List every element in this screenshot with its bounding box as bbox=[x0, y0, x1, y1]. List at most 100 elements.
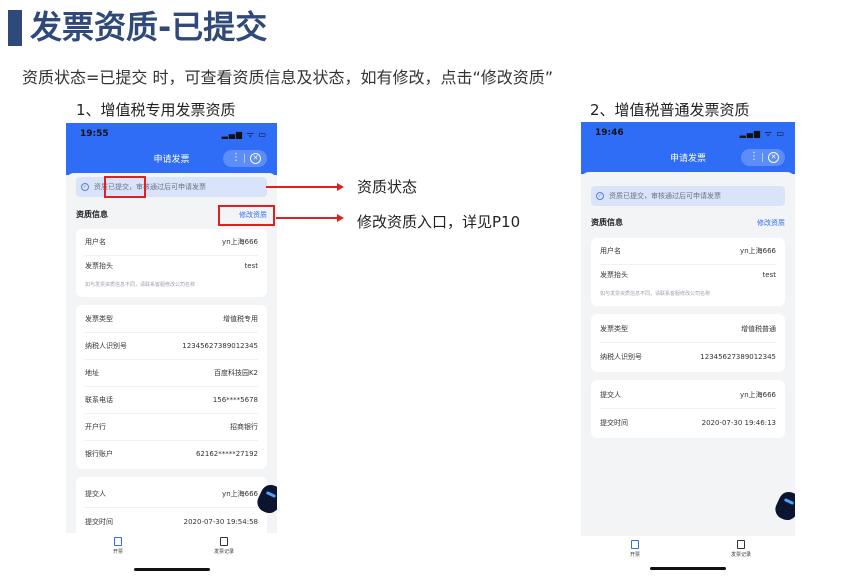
row-label: 用户名 bbox=[600, 247, 621, 255]
tab-bar: 开票 发票记录 bbox=[581, 536, 795, 574]
table-row: 提交人 yn上海666 bbox=[600, 382, 776, 409]
row-label: 银行账户 bbox=[85, 450, 113, 458]
status-icons: ▂▄▆ ᯤ ▭ bbox=[739, 129, 785, 138]
row-value: 2020-07-30 19:54:58 bbox=[183, 518, 258, 526]
tab-bar: 开票 发票记录 bbox=[66, 533, 277, 575]
row-label: 发票类型 bbox=[85, 315, 113, 323]
row-value: 156****5678 bbox=[212, 396, 258, 404]
user-card: 用户名 yn上海666 发票抬头 test 如与发票资质信息不同，请联系客服修改… bbox=[591, 238, 785, 306]
slide-subtitle: 资质状态=已提交 时，可查看资质信息及状态，如有修改，点击“修改资质” bbox=[22, 68, 554, 87]
more-icon[interactable]: ⋮ bbox=[749, 150, 759, 164]
header-row: 发票抬头 test bbox=[600, 266, 776, 284]
mini-program-capsule: ⋮ ✕ bbox=[741, 149, 785, 166]
submit-info-card: 提交人 yn上海666 提交时间 2020-07-30 19:46:13 bbox=[591, 380, 785, 438]
row-label: 发票抬头 bbox=[600, 271, 628, 279]
table-row: 银行账户 62162*****27192 bbox=[85, 441, 258, 468]
records-icon bbox=[737, 540, 745, 549]
status-annotation: 资质状态 bbox=[357, 178, 418, 196]
row-label: 发票抬头 bbox=[85, 262, 113, 270]
row-value: 招商银行 bbox=[230, 423, 258, 431]
row-label: 提交时间 bbox=[85, 518, 113, 526]
tab-label: 发票记录 bbox=[730, 552, 751, 558]
header-row: 发票抬头 test bbox=[85, 257, 258, 275]
status-arrow bbox=[266, 183, 344, 190]
header-hint: 如与发票资质信息不同，请联系客服修改公司名称 bbox=[85, 282, 196, 288]
tab-label: 开票 bbox=[112, 549, 123, 555]
nav-header: 19:46 ▂▄▆ ᯤ ▭ 申请发票 ⋮ ✕ bbox=[581, 122, 795, 174]
row-value: test bbox=[762, 271, 776, 279]
row-label: 纳税人识别号 bbox=[85, 342, 127, 350]
edit-arrow bbox=[276, 214, 344, 221]
phone-special-invoice: 19:55 ▂▄▆ ᯤ ▭ 申请发票 ⋮ ✕ ✓ 资质已提交，审核通过后可申请发… bbox=[66, 123, 277, 575]
tab-invoice[interactable]: 开票 bbox=[88, 537, 148, 555]
row-label: 地址 bbox=[85, 369, 99, 377]
edit-highlight-box bbox=[218, 205, 275, 226]
table-row: 提交时间 2020-07-30 19:46:13 bbox=[600, 410, 776, 437]
tab-label: 发票记录 bbox=[213, 549, 234, 555]
row-value: yn上海666 bbox=[222, 238, 258, 246]
table-row: 发票类型 增值税普通 bbox=[600, 316, 776, 343]
header-hint: 如与发票资质信息不同，请联系客服修改公司名称 bbox=[600, 291, 711, 297]
row-label: 提交人 bbox=[600, 391, 621, 399]
title-accent-bar bbox=[8, 10, 22, 46]
tab-invoice[interactable]: 开票 bbox=[605, 540, 665, 558]
nav-header: 19:55 ▂▄▆ ᯤ ▭ 申请发票 ⋮ ✕ bbox=[66, 123, 277, 175]
table-row: 纳税人识别号 12345627389012345 bbox=[85, 333, 258, 360]
caption-normal-invoice: 2、增值税普通发票资质 bbox=[590, 101, 750, 119]
row-label: 纳税人识别号 bbox=[600, 353, 642, 361]
capsule-divider bbox=[244, 154, 245, 163]
table-row: 提交人 yn上海666 bbox=[85, 481, 258, 508]
status-icons: ▂▄▆ ᯤ ▭ bbox=[221, 130, 267, 139]
invoice-info-card: 发票类型 增值税专用 纳税人识别号 12345627389012345 地址 百度科技… bbox=[76, 305, 267, 469]
row-value: 12345627389012345 bbox=[700, 353, 776, 361]
phone-normal-invoice: 19:46 ▂▄▆ ᯤ ▭ 申请发票 ⋮ ✕ ✓ 资质已提交，审核通过后可申请发… bbox=[581, 122, 795, 574]
table-row: 纳税人识别号 12345627389012345 bbox=[600, 344, 776, 371]
row-value: 62162*****27192 bbox=[195, 450, 258, 458]
slide-title: 发票资质-已提交 bbox=[30, 8, 268, 46]
row-value: 百度科技园K2 bbox=[213, 369, 258, 377]
table-row: 提交时间 2020-07-30 19:54:58 bbox=[85, 509, 258, 536]
row-label: 提交时间 bbox=[600, 419, 628, 427]
row-value: 增值税专用 bbox=[223, 315, 258, 323]
status-notice-text: 资质已提交，审核通过后可申请发票 bbox=[609, 192, 721, 200]
table-row: 联系电话 156****5678 bbox=[85, 387, 258, 414]
row-label: 开户行 bbox=[85, 423, 106, 431]
capsule-divider bbox=[762, 153, 763, 162]
status-notice: ✓ 资质已提交，审核通过后可申请发票 bbox=[591, 186, 785, 206]
edit-qualification-link[interactable]: 修改资质 bbox=[757, 218, 785, 228]
more-icon[interactable]: ⋮ bbox=[231, 151, 241, 165]
status-time: 19:46 bbox=[595, 128, 624, 138]
check-circle-icon: ✓ bbox=[81, 183, 89, 191]
close-icon[interactable]: ✕ bbox=[768, 152, 779, 163]
row-value: 12345627389012345 bbox=[182, 342, 258, 350]
section-title: 资质信息 bbox=[591, 218, 623, 227]
user-row: 用户名 yn上海666 bbox=[600, 238, 776, 265]
status-time: 19:55 bbox=[80, 129, 109, 139]
user-card: 用户名 yn上海666 发票抬头 test 如与发票资质信息不同，请联系客服修改… bbox=[76, 229, 267, 297]
row-value: yn上海666 bbox=[740, 391, 776, 399]
tab-invoice-records[interactable]: 发票记录 bbox=[711, 540, 771, 558]
check-circle-icon: ✓ bbox=[596, 192, 604, 200]
close-icon[interactable]: ✕ bbox=[250, 153, 261, 164]
page-content: ✓ 资质已提交，审核通过后可申请发票 资质信息 修改资质 用户名 yn上海666… bbox=[581, 172, 795, 574]
row-label: 联系电话 bbox=[85, 396, 113, 404]
row-value: test bbox=[244, 262, 258, 270]
table-row: 发票类型 增值税专用 bbox=[85, 306, 258, 333]
status-highlight-box bbox=[104, 176, 146, 198]
tab-invoice-records[interactable]: 发票记录 bbox=[194, 537, 254, 555]
submit-info-card: 提交人 yn上海666 提交时间 2020-07-30 19:54:58 bbox=[76, 477, 267, 541]
tab-label: 开票 bbox=[629, 552, 640, 558]
row-label: 发票类型 bbox=[600, 325, 628, 333]
row-value: 增值税普通 bbox=[741, 325, 776, 333]
row-label: 提交人 bbox=[85, 490, 106, 498]
row-label: 用户名 bbox=[85, 238, 106, 246]
user-row: 用户名 yn上海666 bbox=[85, 229, 258, 256]
invoice-info-card: 发票类型 增值税普通 纳税人识别号 12345627389012345 bbox=[591, 314, 785, 372]
records-icon bbox=[220, 537, 228, 546]
edit-annotation: 修改资质入口，详见P10 bbox=[357, 213, 521, 231]
row-value: yn上海666 bbox=[740, 247, 776, 255]
invoice-icon bbox=[631, 540, 639, 549]
home-indicator bbox=[133, 568, 210, 571]
row-value: 2020-07-30 19:46:13 bbox=[701, 419, 776, 427]
row-value: yn上海666 bbox=[222, 490, 258, 498]
